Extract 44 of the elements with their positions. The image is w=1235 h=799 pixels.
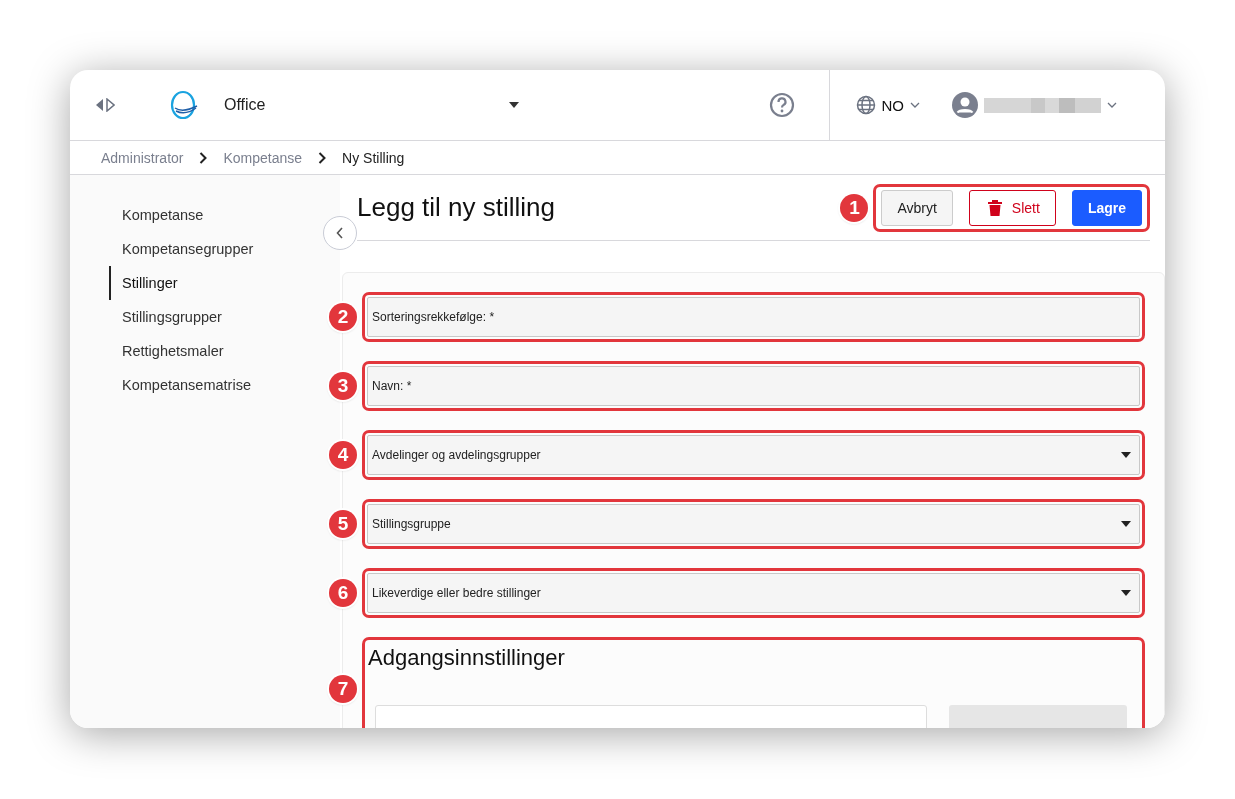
callout-number: 2 xyxy=(329,303,357,331)
callout-number: 6 xyxy=(329,579,357,607)
caret-icon xyxy=(1121,452,1131,458)
callout-number: 4 xyxy=(329,441,357,469)
chevron-icon xyxy=(1107,102,1117,108)
user-menu[interactable] xyxy=(952,92,1117,118)
breadcrumb-link[interactable]: Administrator xyxy=(101,149,184,166)
help-icon[interactable] xyxy=(768,92,795,118)
section-title: Adgangsinnstillinger xyxy=(368,645,566,672)
callout-number: 1 xyxy=(840,193,869,222)
sidebar-item[interactable]: Stillingsgrupper xyxy=(109,300,290,334)
chevron-icon xyxy=(318,151,327,164)
avatar-icon xyxy=(952,92,978,118)
delete-button[interactable]: Slett xyxy=(968,189,1056,226)
breadcrumb-link[interactable]: Kompetanse xyxy=(223,149,303,166)
input-field[interactable]: Navn: * xyxy=(367,366,1140,406)
caret-icon xyxy=(1121,590,1131,596)
callout-number: 3 xyxy=(329,372,357,400)
save-button[interactable]: Lagre xyxy=(1071,189,1142,226)
dropdown[interactable]: Likeverdige eller bedre stillinger xyxy=(367,573,1140,613)
callout-number: 7 xyxy=(329,674,357,703)
language-selector[interactable]: NO xyxy=(855,95,920,115)
caret-icon[interactable] xyxy=(508,102,519,108)
chevron-icon xyxy=(199,151,208,164)
dropdown[interactable]: Avdelinger og avdelingsgrupper xyxy=(367,435,1140,475)
sidebar-item[interactable]: Rettighetsmaler xyxy=(109,334,290,368)
callout-number: 5 xyxy=(329,510,357,538)
input-field[interactable] xyxy=(375,705,927,728)
sidebar-item[interactable]: Kompetansegrupper xyxy=(109,232,290,266)
globe-icon xyxy=(855,95,876,115)
caret-icon xyxy=(1121,521,1131,527)
sidebar-item[interactable]: Stillinger xyxy=(109,266,290,300)
page-title: Legg til ny stilling xyxy=(357,192,555,223)
chevron-icon xyxy=(910,102,920,108)
logo-icon xyxy=(169,90,199,120)
sidebar-item[interactable]: Kompetanse xyxy=(109,198,290,232)
sidebar-toggle-icon[interactable] xyxy=(95,98,115,112)
sidebar-item[interactable]: Kompetansematrise xyxy=(109,368,290,402)
app-name: Office xyxy=(224,96,266,114)
input-field[interactable]: Sorteringsrekkefølge: * xyxy=(367,297,1140,337)
chevron-left-icon xyxy=(336,227,344,239)
trash-icon xyxy=(987,199,1002,216)
cancel-button[interactable]: Avbryt xyxy=(881,189,953,226)
dropdown[interactable]: Stillingsgruppe xyxy=(367,504,1140,544)
